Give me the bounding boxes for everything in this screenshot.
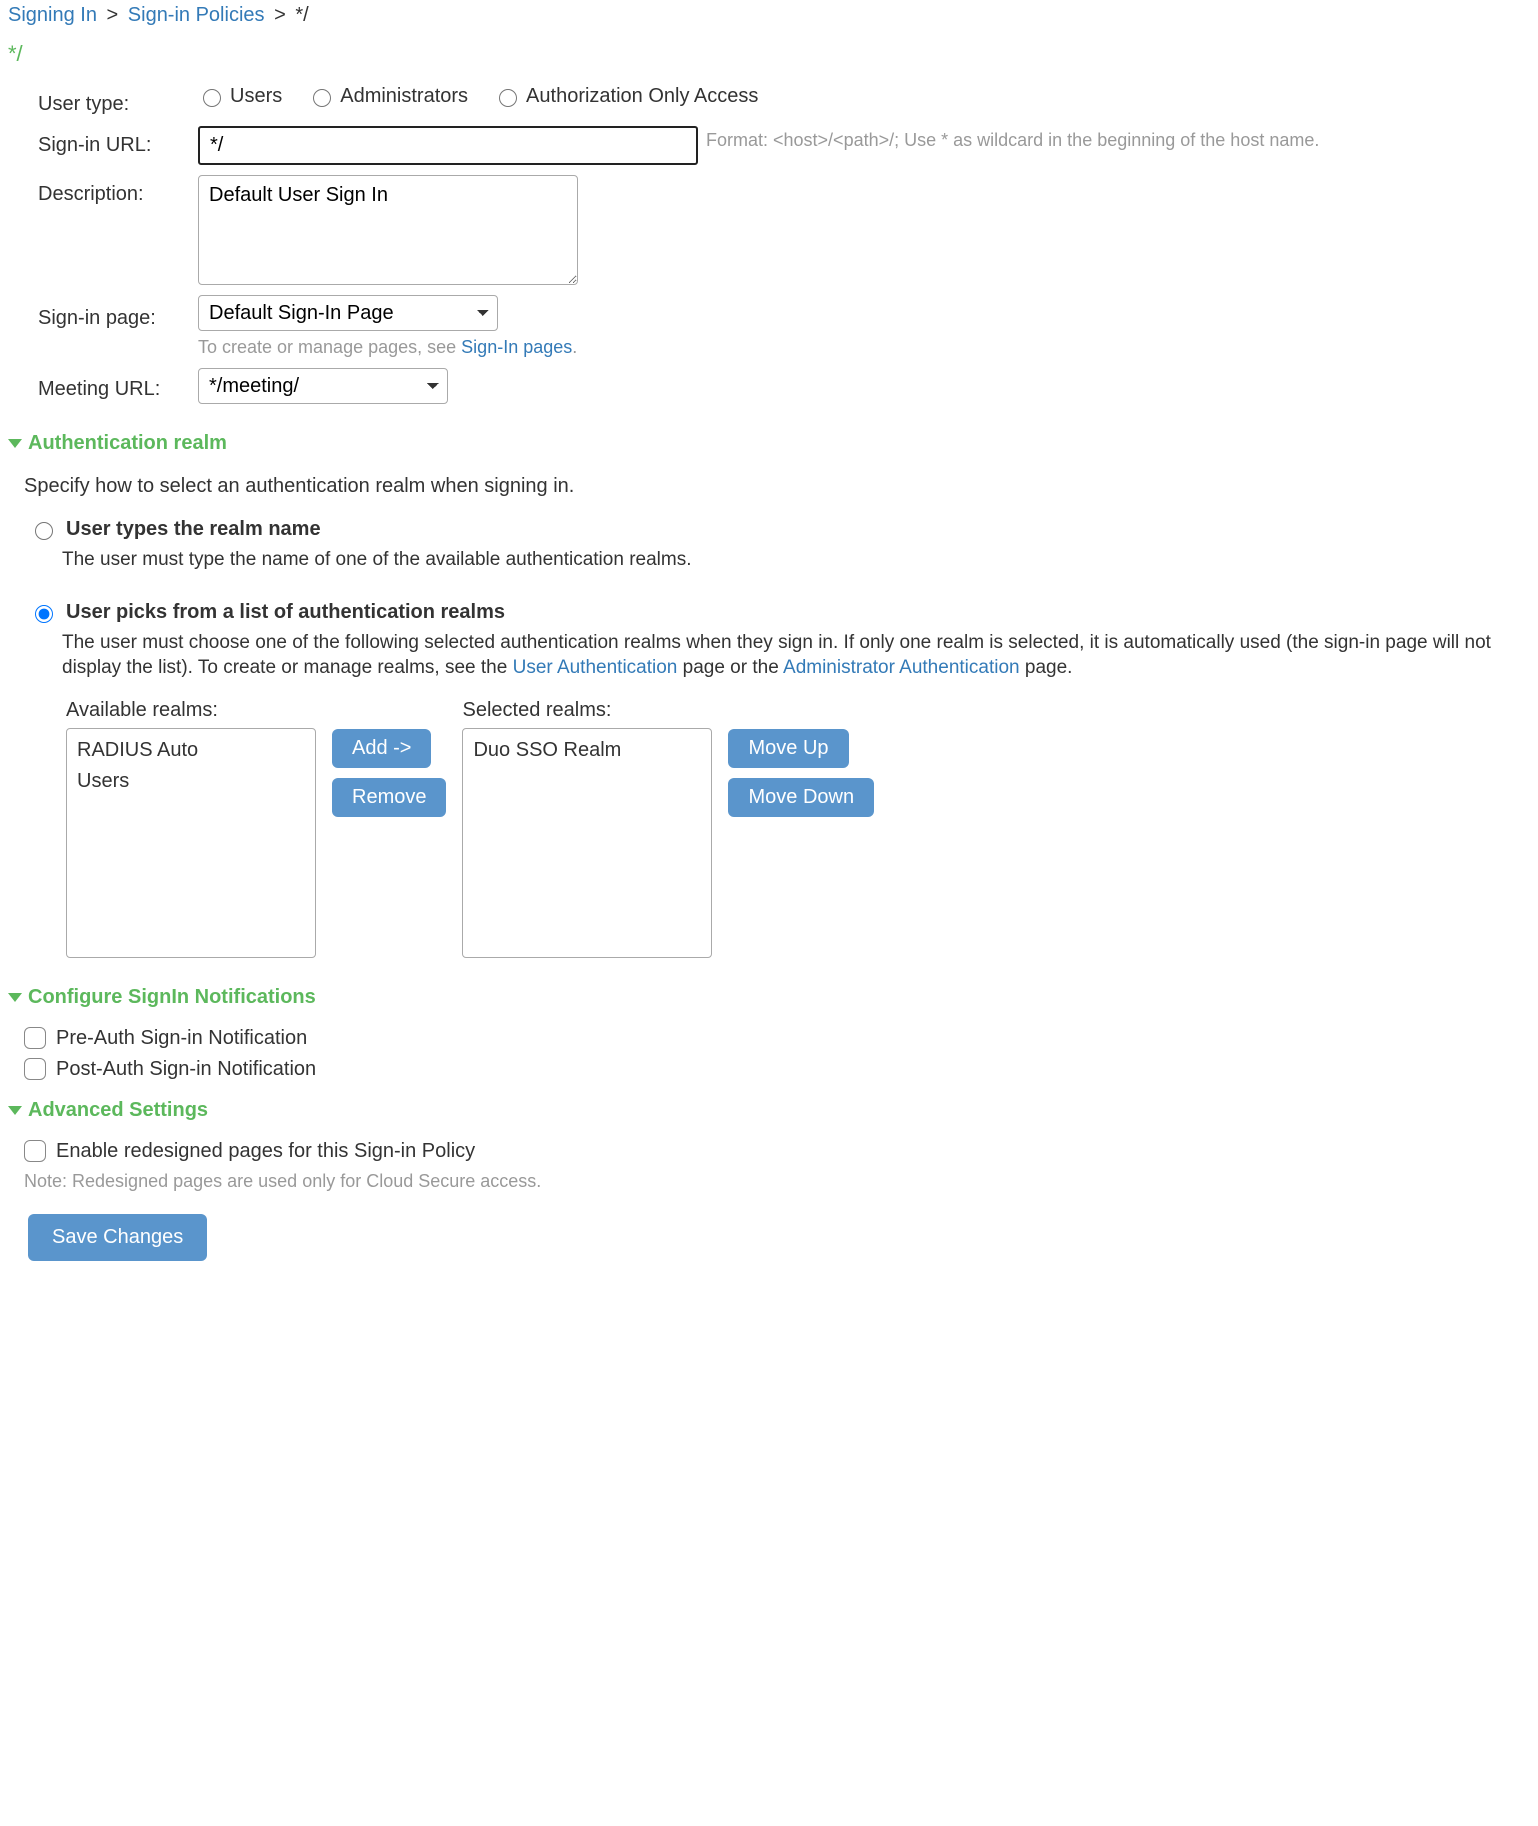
save-changes-button[interactable]: Save Changes: [28, 1214, 207, 1261]
pre-auth-checkbox[interactable]: [24, 1027, 46, 1049]
realm-types-label: User types the realm name: [66, 518, 321, 541]
authentication-realm-title: Authentication realm: [28, 432, 227, 455]
description-label: Description:: [38, 175, 198, 206]
realm-picks-desc: The user must choose one of the followin…: [62, 630, 1530, 681]
chevron-down-icon: [8, 1106, 22, 1115]
user-type-authz-radio[interactable]: [499, 89, 517, 107]
user-type-users[interactable]: Users: [198, 85, 282, 108]
breadcrumb-separator: >: [270, 4, 290, 26]
list-item[interactable]: Duo SSO Realm: [469, 735, 705, 766]
meeting-url-label: Meeting URL:: [38, 368, 198, 401]
breadcrumb-current: */: [295, 4, 308, 26]
list-item[interactable]: RADIUS Auto: [73, 735, 309, 766]
signin-page-select[interactable]: Default Sign-In Page: [198, 295, 498, 331]
signin-page-hint-post: .: [572, 337, 577, 357]
realm-picks-radio[interactable]: [35, 605, 53, 623]
realm-picks-label: User picks from a list of authentication…: [66, 601, 505, 624]
user-type-users-radio[interactable]: [203, 89, 221, 107]
list-item[interactable]: Users: [73, 766, 309, 797]
advanced-settings-toggle[interactable]: Advanced Settings: [8, 1099, 1530, 1122]
move-down-button[interactable]: Move Down: [728, 778, 874, 817]
chevron-down-icon: [8, 439, 22, 448]
advanced-settings-title: Advanced Settings: [28, 1099, 208, 1122]
post-auth-checkbox[interactable]: [24, 1058, 46, 1080]
signin-url-input[interactable]: [198, 126, 698, 165]
signin-page-hint-pre: To create or manage pages, see: [198, 337, 461, 357]
remove-button[interactable]: Remove: [332, 778, 446, 817]
move-up-button[interactable]: Move Up: [728, 729, 848, 768]
signin-url-label: Sign-in URL:: [38, 126, 198, 157]
chevron-down-icon: [8, 993, 22, 1002]
signin-pages-link[interactable]: Sign-In pages: [461, 337, 572, 357]
enable-redesigned-checkbox[interactable]: [24, 1140, 46, 1162]
breadcrumb-separator: >: [103, 4, 123, 26]
auth-realm-intro: Specify how to select an authentication …: [24, 475, 1530, 498]
signin-url-hint: Format: <host>/<path>/; Use * as wildcar…: [706, 126, 1319, 151]
add-button[interactable]: Add ->: [332, 729, 431, 768]
user-type-admins-text: Administrators: [340, 85, 468, 108]
user-type-label: User type:: [38, 85, 198, 116]
available-realms-list[interactable]: RADIUS AutoUsers: [66, 728, 316, 958]
signin-notifications-title: Configure SignIn Notifications: [28, 986, 316, 1009]
advanced-note: Note: Redesigned pages are used only for…: [24, 1171, 1530, 1192]
selected-realms-label: Selected realms:: [462, 699, 712, 722]
breadcrumb-sign-in-policies[interactable]: Sign-in Policies: [128, 4, 265, 26]
breadcrumb-signing-in[interactable]: Signing In: [8, 4, 97, 26]
realm-types-desc: The user must type the name of one of th…: [62, 547, 1530, 573]
description-input[interactable]: [198, 175, 578, 285]
signin-notifications-toggle[interactable]: Configure SignIn Notifications: [8, 986, 1530, 1009]
user-type-users-text: Users: [230, 85, 282, 108]
available-realms-label: Available realms:: [66, 699, 316, 722]
breadcrumb: Signing In > Sign-in Policies > */: [8, 4, 1530, 27]
pre-auth-label: Pre-Auth Sign-in Notification: [56, 1027, 307, 1050]
authentication-realm-toggle[interactable]: Authentication realm: [8, 432, 1530, 455]
realm-types-radio[interactable]: [35, 522, 53, 540]
meeting-url-select[interactable]: */meeting/: [198, 368, 448, 404]
admin-authentication-link[interactable]: Administrator Authentication: [783, 657, 1020, 678]
signin-page-label: Sign-in page:: [38, 295, 198, 330]
user-type-admins-radio[interactable]: [313, 89, 331, 107]
user-type-authz-text: Authorization Only Access: [526, 85, 758, 108]
selected-realms-list[interactable]: Duo SSO Realm: [462, 728, 712, 958]
post-auth-label: Post-Auth Sign-in Notification: [56, 1058, 316, 1081]
user-type-admins[interactable]: Administrators: [308, 85, 468, 108]
user-authentication-link[interactable]: User Authentication: [513, 657, 678, 678]
user-type-authz[interactable]: Authorization Only Access: [494, 85, 758, 108]
enable-redesigned-label: Enable redesigned pages for this Sign-in…: [56, 1140, 475, 1163]
page-title: */: [8, 41, 1530, 67]
